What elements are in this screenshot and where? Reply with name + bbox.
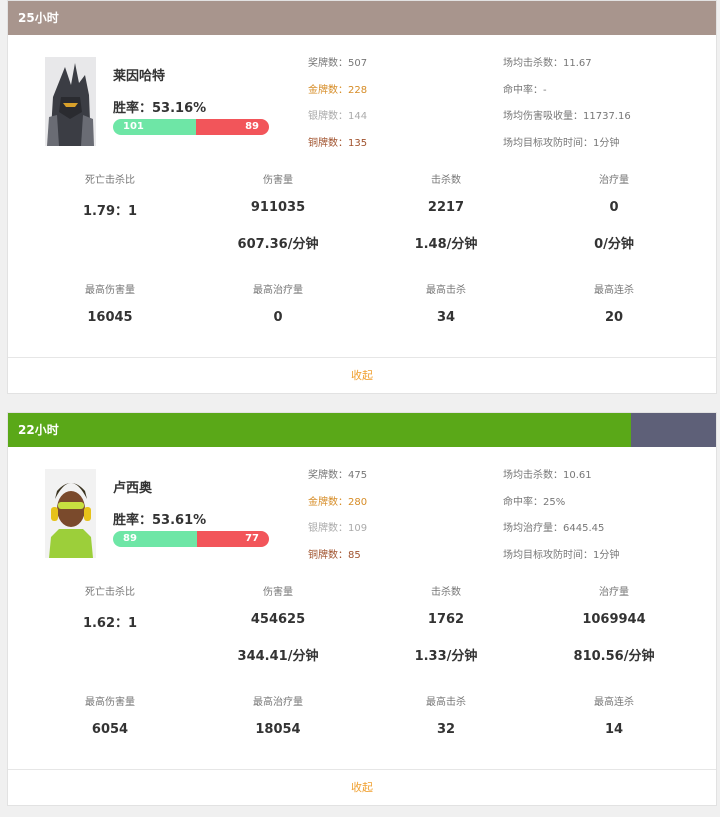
stat-max-damage: 最高伤害量 16045 [15,281,205,325]
average-stats: 场均击杀数：10.61 命中率：25% 场均治疗量：6445.45 场均目标攻防… [503,463,619,569]
stat-label: 击杀数 [431,587,461,598]
wins-segment: 101 [113,119,196,135]
playtime-bar [8,413,632,447]
stat-label: 最高治疗量 [253,285,303,296]
stat-rate: 607.36/分钟 [237,237,319,252]
stat-value: 16045 [87,310,133,325]
avg-damage-absorbed: 场均伤害吸收量：11737.16 [503,111,631,122]
hero-card-reinhardt: 25小时 莱因哈特 胜率：53.16% 101 89 奖牌数：507 金牌数：2… [7,0,717,394]
stat-max-streak: 最高连杀 20 [519,281,709,325]
reinhardt-portrait [45,57,96,146]
stat-label: 最高击杀 [426,697,466,708]
stat-label: 治疗量 [599,587,629,598]
avg-healing: 场均治疗量：6445.45 [503,523,605,534]
stat-value: 14 [604,722,624,737]
stat-kd: 死亡击杀比 1.79：1 [15,171,205,219]
wins-segment: 89 [113,531,197,547]
avg-objective-time: 场均目标攻防时间：1分钟 [503,549,620,561]
stat-kills: 击杀数 1762 1.33/分钟 [351,583,541,664]
accuracy: 命中率：- [503,84,547,96]
stat-value: 1.62：1 [82,616,138,631]
stat-kills: 击杀数 2217 1.48/分钟 [351,171,541,252]
stat-value: 18054 [255,722,301,737]
avg-kills: 场均击杀数：11.67 [503,58,592,69]
collapse-button[interactable]: 收起 [8,769,716,805]
stat-damage: 伤害量 911035 607.36/分钟 [183,171,373,252]
stat-label: 死亡击杀比 [85,175,135,186]
average-stats: 场均击杀数：11.67 命中率：- 场均伤害吸收量：11737.16 场均目标攻… [503,51,631,157]
stat-label: 击杀数 [431,175,461,186]
win-rate: 胜率：53.16% [113,101,207,116]
stat-label: 最高治疗量 [253,697,303,708]
hero-card-lucio: 22小时 卢西奥 胜率：53.61% 89 77 奖牌数：475 金牌数：280… [7,412,717,806]
stat-label: 最高连杀 [594,697,634,708]
avg-objective-time: 场均目标攻防时间：1分钟 [503,137,620,149]
stat-rate: 344.41/分钟 [237,649,319,664]
hero-name: 莱因哈特 [113,69,166,84]
medals-bronze: 铜牌数：85 [308,549,361,561]
stat-damage: 伤害量 454625 344.41/分钟 [183,583,373,664]
stat-max-streak: 最高连杀 14 [519,693,709,737]
medals-bronze: 铜牌数：135 [308,137,368,149]
stat-value: 911035 [250,200,306,215]
stat-rate: 810.56/分钟 [573,649,655,664]
medals-gold: 金牌数：228 [308,84,368,96]
playtime-header: 22小时 [8,413,716,447]
medal-stats: 奖牌数：475 金牌数：280 银牌数：109 铜牌数：85 [308,463,367,569]
stat-label: 死亡击杀比 [85,587,135,598]
collapse-button[interactable]: 收起 [8,357,716,393]
playtime-label: 22小时 [18,423,59,437]
hero-name: 卢西奥 [113,481,153,496]
stat-value: 0 [609,200,619,215]
playtime-header: 25小时 [8,1,716,35]
medals-gold: 金牌数：280 [308,496,368,508]
stats-grid: 死亡击杀比 1.79：1 伤害量 911035 607.36/分钟 击杀数 22… [8,165,716,357]
stat-value: 1762 [427,612,465,627]
stat-value: 1069944 [582,612,646,627]
stat-label: 伤害量 [263,175,293,186]
stat-max-healing: 最高治疗量 0 [183,281,373,325]
stat-value: 6054 [91,722,129,737]
medals-total: 奖牌数：507 [308,58,368,69]
stat-label: 最高连杀 [594,285,634,296]
accuracy: 命中率：25% [503,496,566,508]
win-loss-bar: 101 89 [113,119,269,135]
stat-value: 1.79：1 [82,204,138,219]
win-rate: 胜率：53.61% [113,513,207,528]
stat-label: 最高伤害量 [85,285,135,296]
stat-max-healing: 最高治疗量 18054 [183,693,373,737]
stat-value: 454625 [250,612,306,627]
playtime-label: 25小时 [18,11,59,25]
stat-label: 伤害量 [263,587,293,598]
stat-label: 最高击杀 [426,285,466,296]
stat-rate: 1.33/分钟 [414,649,478,664]
win-loss-bar: 89 77 [113,531,269,547]
stats-grid: 死亡击杀比 1.62：1 伤害量 454625 344.41/分钟 击杀数 17… [8,577,716,769]
stat-healing: 治疗量 0 0/分钟 [519,171,709,252]
stat-label: 治疗量 [599,175,629,186]
losses-segment: 89 [195,119,269,135]
stat-value: 0 [273,310,283,325]
stat-label: 最高伤害量 [85,697,135,708]
avg-kills: 场均击杀数：10.61 [503,470,592,481]
stat-value: 2217 [427,200,465,215]
medal-stats: 奖牌数：507 金牌数：228 银牌数：144 铜牌数：135 [308,51,367,157]
stat-rate: 1.48/分钟 [414,237,478,252]
playtime-bar [8,1,716,35]
stat-value: 20 [604,310,624,325]
medals-silver: 银牌数：109 [308,523,368,534]
losses-segment: 77 [196,531,269,547]
stat-healing: 治疗量 1069944 810.56/分钟 [519,583,709,664]
stat-max-kills: 最高击杀 34 [351,281,541,325]
stat-max-damage: 最高伤害量 6054 [15,693,205,737]
stat-value: 34 [436,310,456,325]
stat-max-kills: 最高击杀 32 [351,693,541,737]
stat-kd: 死亡击杀比 1.62：1 [15,583,205,631]
stat-value: 32 [436,722,456,737]
medals-silver: 银牌数：144 [308,111,368,122]
stat-rate: 0/分钟 [594,237,634,252]
medals-total: 奖牌数：475 [308,470,368,481]
lucio-portrait [45,469,96,558]
